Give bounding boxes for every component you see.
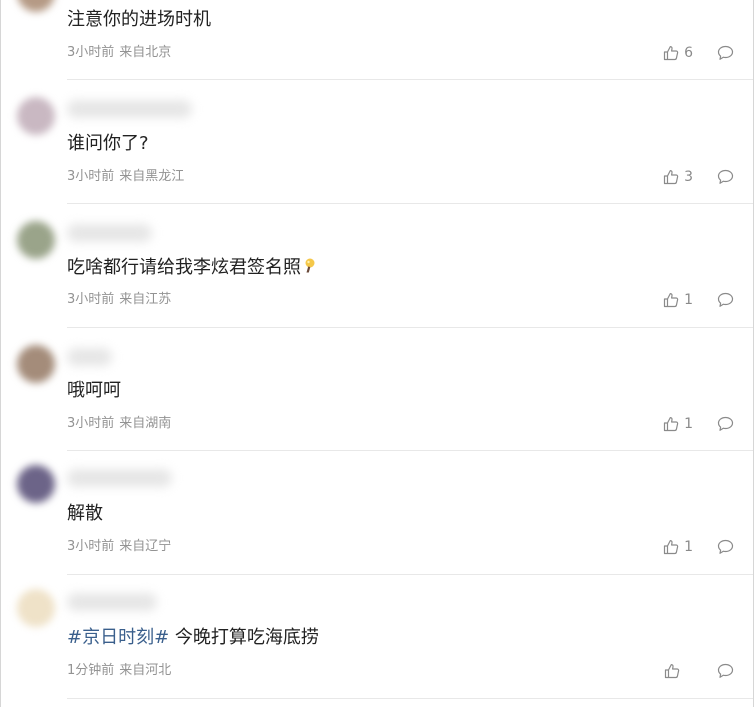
like-button[interactable] <box>664 663 693 679</box>
comment-actions: 3 <box>663 168 734 186</box>
comment-location: 来自湖南 <box>119 416 172 431</box>
comment-time: 3小时前 <box>67 416 115 431</box>
like-button[interactable]: 3 <box>663 169 693 185</box>
thumbs-up-icon <box>664 663 680 679</box>
comment-location: 来自北京 <box>119 45 172 60</box>
divider <box>67 574 753 575</box>
comment-actions: 1 <box>663 415 734 433</box>
comment-location: 来自辽宁 <box>119 539 172 554</box>
comment-text: 哦呵呵 <box>67 380 121 401</box>
like-count: 6 <box>684 45 693 61</box>
comment-bubble-icon <box>717 416 734 432</box>
divider <box>67 698 753 699</box>
like-button[interactable]: 6 <box>663 45 693 61</box>
comment-bubble-icon <box>717 539 734 555</box>
username[interactable] <box>67 100 192 118</box>
divider <box>67 203 753 204</box>
comment-time: 3小时前 <box>67 539 115 554</box>
avatar[interactable] <box>17 345 55 383</box>
reply-button[interactable] <box>717 169 734 185</box>
comment-bubble-icon <box>717 169 734 185</box>
like-button[interactable]: 1 <box>663 416 693 432</box>
hashtag-link[interactable]: #京日时刻# <box>67 627 169 648</box>
comment-time: 3小时前 <box>67 169 115 184</box>
comment-text-content: 吃啥都行请给我李炫君签名照 <box>67 257 301 278</box>
comment-meta: 3小时前 来自江苏 <box>67 292 171 308</box>
comment-text-content: 今晚打算吃海底捞 <box>169 627 319 648</box>
avatar[interactable] <box>17 97 55 135</box>
comment-actions: 1 <box>663 538 734 556</box>
comment-meta: 3小时前 来自黑龙江 <box>67 169 184 185</box>
divider <box>67 79 753 80</box>
like-count: 3 <box>684 169 693 185</box>
thumbs-up-icon <box>663 416 679 432</box>
comment-list: 注意你的进场时机 3小时前 来自北京 6 谁问你了? 3小时前 来自黑龙江 3 … <box>0 0 754 707</box>
comment-meta: 3小时前 来自北京 <box>67 45 171 61</box>
avatar[interactable] <box>17 221 55 259</box>
thumbs-up-icon <box>663 45 679 61</box>
like-count: 1 <box>684 416 693 432</box>
comment-time: 3小时前 <box>67 292 115 307</box>
comment-meta: 1分钟前 来自河北 <box>67 663 171 679</box>
avatar[interactable] <box>17 465 55 503</box>
like-count: 1 <box>684 292 693 308</box>
comment-bubble-icon <box>717 45 734 61</box>
comment-location: 来自黑龙江 <box>119 169 185 184</box>
comment-actions <box>664 662 734 680</box>
comment-text: 谁问你了? <box>67 133 149 154</box>
like-count: 1 <box>684 539 693 555</box>
comment-text: 吃啥都行请给我李炫君签名照 <box>67 257 316 279</box>
username[interactable] <box>67 469 172 487</box>
thumbs-up-icon <box>663 539 679 555</box>
like-button[interactable]: 1 <box>663 292 693 308</box>
comment-location: 来自河北 <box>119 663 172 678</box>
thumbs-up-icon <box>663 292 679 308</box>
username[interactable] <box>67 348 112 366</box>
comment-meta: 3小时前 来自辽宁 <box>67 539 171 555</box>
comment-text: 解散 <box>67 503 103 524</box>
reply-button[interactable] <box>717 416 734 432</box>
comment-bubble-icon <box>717 663 734 679</box>
avatar[interactable] <box>17 0 55 12</box>
divider <box>67 450 753 451</box>
divider <box>67 327 753 328</box>
comment-text: 注意你的进场时机 <box>67 9 211 30</box>
comment-bubble-icon <box>717 292 734 308</box>
comment-time: 1分钟前 <box>67 663 115 678</box>
comment-meta: 3小时前 来自湖南 <box>67 416 171 432</box>
comment-actions: 1 <box>663 291 734 309</box>
username[interactable] <box>67 593 157 611</box>
comment-actions: 6 <box>663 44 734 62</box>
comment-time: 3小时前 <box>67 45 115 60</box>
avatar[interactable] <box>17 589 55 627</box>
reply-button[interactable] <box>717 663 734 679</box>
comment-location: 来自江苏 <box>119 292 172 307</box>
reply-button[interactable] <box>717 539 734 555</box>
like-button[interactable]: 1 <box>663 539 693 555</box>
light-bulb-icon <box>302 257 316 275</box>
username[interactable] <box>67 224 152 242</box>
reply-button[interactable] <box>717 45 734 61</box>
thumbs-up-icon <box>663 169 679 185</box>
reply-button[interactable] <box>717 292 734 308</box>
comment-text: #京日时刻# 今晚打算吃海底捞 <box>67 627 319 649</box>
